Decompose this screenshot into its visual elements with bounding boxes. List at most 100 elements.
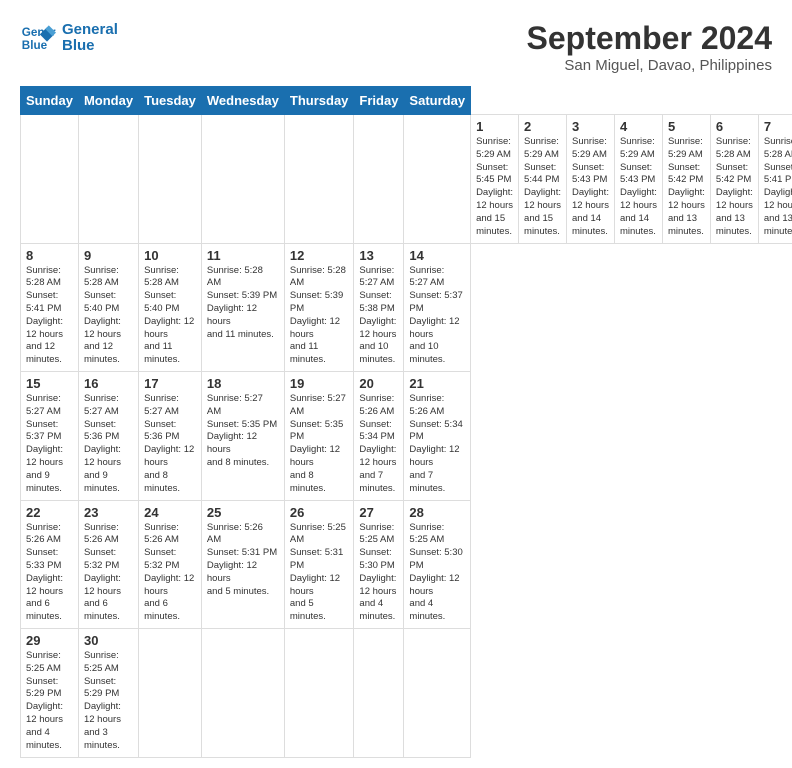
day-info: Sunrise: 5:25 AM Sunset: 5:30 PM Dayligh… (359, 522, 398, 625)
day-info: Sunrise: 5:27 AM Sunset: 5:35 PM Dayligh… (207, 393, 279, 470)
calendar-day-16: 16Sunrise: 5:27 AM Sunset: 5:36 PM Dayli… (78, 372, 138, 501)
logo-text: General Blue (62, 22, 118, 55)
calendar-week-5: 29 Sunrise: 5:25 AM Sunset: 5:29 PM Dayli… (21, 629, 792, 758)
day-info: Sunrise: 5:27 AM Sunset: 5:36 PM Dayligh… (144, 393, 196, 496)
calendar-day-empty (284, 115, 354, 244)
day-number: 24 (144, 505, 196, 520)
day-info: Sunrise: 5:28 AM Sunset: 5:40 PM Dayligh… (144, 265, 196, 368)
day-number: 7 (764, 119, 792, 134)
calendar-day-17: 17 Sunrise: 5:27 AM Sunset: 5:36 PM Dayli… (139, 372, 202, 501)
day-info: Sunrise: 5:28 AM Sunset: 5:40 PM Dayligh… (84, 265, 133, 368)
day-number: 11 (207, 248, 279, 263)
calendar-day-empty (78, 115, 138, 244)
calendar-week-2: 8 Sunrise: 5:28 AM Sunset: 5:41 PM Daylig… (21, 243, 792, 372)
calendar-header-monday: Monday (78, 87, 138, 115)
calendar-day-23: 23Sunrise: 5:26 AM Sunset: 5:32 PM Dayli… (78, 500, 138, 629)
day-number: 27 (359, 505, 398, 520)
calendar-day-4: 4 Sunrise: 5:29 AM Sunset: 5:43 PM Daylig… (614, 115, 662, 244)
day-number: 22 (26, 505, 73, 520)
day-info: Sunrise: 5:29 AM Sunset: 5:45 PM Dayligh… (476, 136, 513, 239)
day-number: 25 (207, 505, 279, 520)
day-number: 20 (359, 376, 398, 391)
day-number: 12 (290, 248, 349, 263)
day-info: Sunrise: 5:26 AM Sunset: 5:31 PM Dayligh… (207, 522, 279, 599)
day-info: Sunrise: 5:27 AM Sunset: 5:35 PM Dayligh… (290, 393, 349, 496)
calendar-day-11: 11 Sunrise: 5:28 AM Sunset: 5:39 PM Dayli… (201, 243, 284, 372)
day-number: 26 (290, 505, 349, 520)
day-number: 6 (716, 119, 753, 134)
day-info: Sunrise: 5:28 AM Sunset: 5:42 PM Dayligh… (716, 136, 753, 239)
day-number: 2 (524, 119, 561, 134)
page: General Blue General Blue September 2024… (0, 0, 792, 768)
calendar-day-6: 6 Sunrise: 5:28 AM Sunset: 5:42 PM Daylig… (710, 115, 758, 244)
calendar-day-empty (404, 629, 471, 758)
day-number: 17 (144, 376, 196, 391)
day-info: Sunrise: 5:25 AM Sunset: 5:29 PM Dayligh… (84, 650, 133, 753)
day-number: 15 (26, 376, 73, 391)
logo: General Blue General Blue (20, 20, 118, 56)
calendar-day-empty (139, 115, 202, 244)
calendar-day-5: 5Sunrise: 5:29 AM Sunset: 5:42 PM Daylig… (662, 115, 710, 244)
day-number: 14 (409, 248, 465, 263)
day-info: Sunrise: 5:29 AM Sunset: 5:43 PM Dayligh… (572, 136, 609, 239)
calendar-day-empty (354, 115, 404, 244)
calendar-header-friday: Friday (354, 87, 404, 115)
calendar-day-20: 20 Sunrise: 5:26 AM Sunset: 5:34 PM Dayli… (354, 372, 404, 501)
day-number: 16 (84, 376, 133, 391)
day-info: Sunrise: 5:29 AM Sunset: 5:43 PM Dayligh… (620, 136, 657, 239)
calendar-day-26: 26 Sunrise: 5:25 AM Sunset: 5:31 PM Dayli… (284, 500, 354, 629)
day-info: Sunrise: 5:25 AM Sunset: 5:29 PM Dayligh… (26, 650, 73, 753)
calendar-day-29: 29 Sunrise: 5:25 AM Sunset: 5:29 PM Dayli… (21, 629, 79, 758)
calendar-day-25: 25 Sunrise: 5:26 AM Sunset: 5:31 PM Dayli… (201, 500, 284, 629)
day-number: 3 (572, 119, 609, 134)
day-number: 1 (476, 119, 513, 134)
day-info: Sunrise: 5:28 AM Sunset: 5:39 PM Dayligh… (290, 265, 349, 368)
day-number: 29 (26, 633, 73, 648)
calendar-day-21: 21 Sunrise: 5:26 AM Sunset: 5:34 PM Dayli… (404, 372, 471, 501)
calendar-week-4: 22 Sunrise: 5:26 AM Sunset: 5:33 PM Dayli… (21, 500, 792, 629)
calendar-day-18: 18Sunrise: 5:27 AM Sunset: 5:35 PM Dayli… (201, 372, 284, 501)
day-number: 28 (409, 505, 465, 520)
calendar-day-27: 27 Sunrise: 5:25 AM Sunset: 5:30 PM Dayli… (354, 500, 404, 629)
day-info: Sunrise: 5:27 AM Sunset: 5:37 PM Dayligh… (26, 393, 73, 496)
title-block: September 2024 San Miguel, Davao, Philip… (527, 20, 772, 74)
calendar-day-empty (21, 115, 79, 244)
day-info: Sunrise: 5:27 AM Sunset: 5:38 PM Dayligh… (359, 265, 398, 368)
calendar: SundayMondayTuesdayWednesdayThursdayFrid… (20, 86, 792, 758)
calendar-day-7: 7Sunrise: 5:28 AM Sunset: 5:41 PM Daylig… (758, 115, 792, 244)
day-info: Sunrise: 5:26 AM Sunset: 5:32 PM Dayligh… (84, 522, 133, 625)
day-number: 4 (620, 119, 657, 134)
day-info: Sunrise: 5:25 AM Sunset: 5:30 PM Dayligh… (409, 522, 465, 625)
calendar-week-3: 15 Sunrise: 5:27 AM Sunset: 5:37 PM Dayli… (21, 372, 792, 501)
calendar-day-12: 12 Sunrise: 5:28 AM Sunset: 5:39 PM Dayli… (284, 243, 354, 372)
calendar-day-2: 2Sunrise: 5:29 AM Sunset: 5:44 PM Daylig… (519, 115, 567, 244)
calendar-header-sunday: Sunday (21, 87, 79, 115)
day-number: 19 (290, 376, 349, 391)
day-info: Sunrise: 5:28 AM Sunset: 5:39 PM Dayligh… (207, 265, 279, 342)
calendar-day-empty (284, 629, 354, 758)
calendar-day-1: 1 Sunrise: 5:29 AM Sunset: 5:45 PM Daylig… (471, 115, 519, 244)
logo-icon: General Blue (20, 20, 56, 56)
calendar-header-tuesday: Tuesday (139, 87, 202, 115)
calendar-day-13: 13Sunrise: 5:27 AM Sunset: 5:38 PM Dayli… (354, 243, 404, 372)
day-number: 21 (409, 376, 465, 391)
calendar-day-3: 3 Sunrise: 5:29 AM Sunset: 5:43 PM Daylig… (567, 115, 615, 244)
day-info: Sunrise: 5:25 AM Sunset: 5:31 PM Dayligh… (290, 522, 349, 625)
day-info: Sunrise: 5:28 AM Sunset: 5:41 PM Dayligh… (26, 265, 73, 368)
day-number: 8 (26, 248, 73, 263)
day-info: Sunrise: 5:26 AM Sunset: 5:34 PM Dayligh… (409, 393, 465, 496)
day-info: Sunrise: 5:26 AM Sunset: 5:34 PM Dayligh… (359, 393, 398, 496)
calendar-day-24: 24Sunrise: 5:26 AM Sunset: 5:32 PM Dayli… (139, 500, 202, 629)
calendar-week-1: 1 Sunrise: 5:29 AM Sunset: 5:45 PM Daylig… (21, 115, 792, 244)
header: General Blue General Blue September 2024… (20, 20, 772, 74)
calendar-day-19: 19 Sunrise: 5:27 AM Sunset: 5:35 PM Dayli… (284, 372, 354, 501)
calendar-day-10: 10 Sunrise: 5:28 AM Sunset: 5:40 PM Dayli… (139, 243, 202, 372)
calendar-day-9: 9Sunrise: 5:28 AM Sunset: 5:40 PM Daylig… (78, 243, 138, 372)
day-info: Sunrise: 5:27 AM Sunset: 5:37 PM Dayligh… (409, 265, 465, 368)
day-number: 10 (144, 248, 196, 263)
calendar-day-14: 14 Sunrise: 5:27 AM Sunset: 5:37 PM Dayli… (404, 243, 471, 372)
calendar-day-empty (201, 115, 284, 244)
svg-text:Blue: Blue (22, 39, 48, 52)
month-title: September 2024 (527, 20, 772, 57)
day-info: Sunrise: 5:26 AM Sunset: 5:33 PM Dayligh… (26, 522, 73, 625)
